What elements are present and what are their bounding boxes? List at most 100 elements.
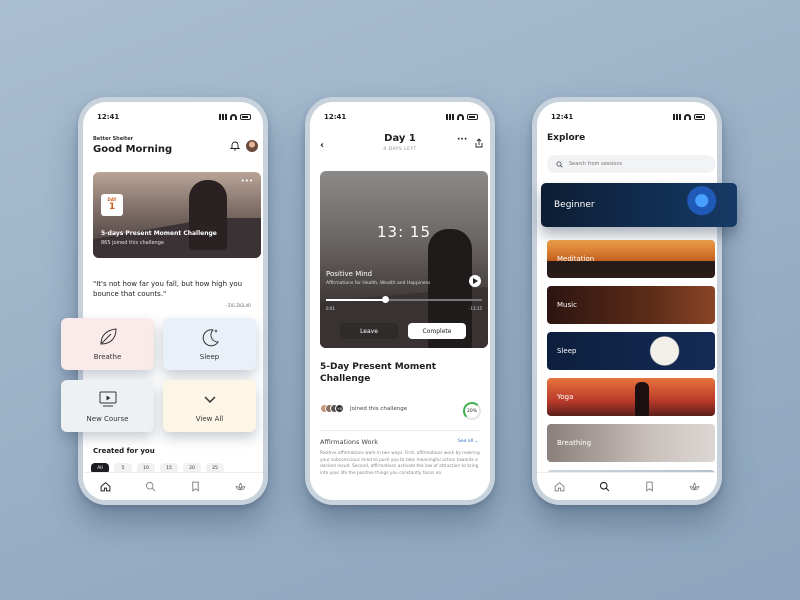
explore-screen: 12:41 Explore Meditation Music Sleep Yog… xyxy=(537,102,717,500)
status-bar: 12:41 xyxy=(551,112,705,122)
timer-display: 13: 15 xyxy=(377,223,431,241)
play-button[interactable] xyxy=(469,275,481,287)
home-icon xyxy=(554,481,565,492)
moon-icon xyxy=(202,329,219,347)
quote-author: - ZIG ZIGLAR xyxy=(225,303,251,308)
progress-fill xyxy=(326,299,384,301)
tab-saved[interactable] xyxy=(189,480,203,494)
tab-home[interactable] xyxy=(553,480,567,494)
battery-icon xyxy=(467,114,478,120)
tab-bar xyxy=(83,472,263,500)
status-time: 12:41 xyxy=(324,113,347,121)
sleep-label: Sleep xyxy=(199,353,220,361)
yoga-silhouette xyxy=(635,382,649,416)
category-breathing[interactable]: Breathing xyxy=(547,424,715,462)
search-icon xyxy=(556,161,563,168)
chevron-down-icon xyxy=(203,396,216,404)
category-beginner[interactable]: Beginner xyxy=(541,183,737,227)
wifi-icon xyxy=(230,114,237,120)
share-icon[interactable] xyxy=(474,138,484,148)
lotus-icon xyxy=(689,482,700,491)
search-icon xyxy=(599,481,610,492)
progress-ring: 20% xyxy=(463,402,481,420)
tab-profile[interactable] xyxy=(234,480,248,494)
lotus-icon xyxy=(235,482,246,491)
tab-home[interactable] xyxy=(99,480,113,494)
quote-text: "It's not how far you fall, but how high… xyxy=(93,280,243,298)
bell-icon[interactable] xyxy=(230,141,240,151)
battery-icon xyxy=(240,114,251,120)
track-subtitle: Affirmations for Health, Wealth and Happ… xyxy=(326,281,431,286)
search-input[interactable] xyxy=(569,161,699,167)
more-icon[interactable]: ··· xyxy=(457,135,467,145)
signal-icon xyxy=(673,114,681,120)
progress-track[interactable] xyxy=(326,299,482,301)
detail-screen: 12:41 ‹ Day 1 4 DAYS LEFT ··· 13: 15 Pos… xyxy=(310,102,490,500)
challenge-heading: 5-Day Present Moment Challenge xyxy=(320,362,437,384)
leave-button[interactable]: Leave xyxy=(340,323,398,339)
signal-icon xyxy=(219,114,227,120)
calendar-icon: DAY 1 xyxy=(101,194,123,216)
new-course-card[interactable]: New Course xyxy=(61,380,154,432)
progress-knob[interactable] xyxy=(382,296,389,303)
tab-saved[interactable] xyxy=(643,480,657,494)
phone-explore: 12:41 Explore Meditation Music Sleep Yog… xyxy=(532,97,722,505)
status-bar: 12:41 xyxy=(324,112,478,122)
battery-icon xyxy=(694,114,705,120)
avatar-more: +8 xyxy=(335,404,344,413)
page-title: Explore xyxy=(547,133,586,143)
section-title: Affirmations Work xyxy=(320,438,378,446)
challenge-card[interactable]: ••• DAY 1 5-days Present Moment Challenge… xyxy=(93,172,261,258)
tab-search[interactable] xyxy=(144,480,158,494)
phone-home: 12:41 Better Shelter Good Morning ••• DA… xyxy=(78,97,268,505)
wifi-icon xyxy=(684,114,691,120)
avatar[interactable] xyxy=(246,140,258,152)
joined-label: Joined this challenge xyxy=(350,405,408,412)
view-all-card[interactable]: View All xyxy=(163,380,256,432)
bookmark-icon xyxy=(192,481,199,492)
sleep-card[interactable]: Sleep xyxy=(163,318,256,370)
complete-button[interactable]: Complete xyxy=(408,323,466,339)
new-course-label: New Course xyxy=(86,415,129,423)
divider xyxy=(320,430,480,431)
see-all-link[interactable]: See all ⌄ xyxy=(458,439,478,444)
leaf-icon xyxy=(99,328,117,345)
video-course-icon xyxy=(99,391,116,407)
mountain-image xyxy=(93,218,261,258)
bookmark-icon xyxy=(646,481,653,492)
category-music[interactable]: Music xyxy=(547,286,715,324)
tab-bar xyxy=(537,472,717,500)
wifi-icon xyxy=(457,114,464,120)
days-left: 4 DAYS LEFT xyxy=(383,147,417,152)
person-silhouette xyxy=(189,180,227,250)
category-yoga[interactable]: Yoga xyxy=(547,378,715,416)
challenge-joined: 865 joined this challenge xyxy=(101,240,164,246)
signal-icon xyxy=(446,114,454,120)
time-remaining: -13:15 xyxy=(469,306,482,311)
greeting-title: Good Morning xyxy=(93,144,173,155)
joined-row: +8 Joined this challenge xyxy=(320,404,407,413)
phone-detail: 12:41 ‹ Day 1 4 DAYS LEFT ··· 13: 15 Pos… xyxy=(305,97,495,505)
status-time: 12:41 xyxy=(97,113,120,121)
more-icon[interactable]: ••• xyxy=(241,178,253,185)
tab-profile[interactable] xyxy=(688,480,702,494)
search-bar[interactable] xyxy=(547,155,715,173)
status-bar: 12:41 xyxy=(97,112,251,122)
search-icon xyxy=(145,481,156,492)
track-title: Positive Mind xyxy=(326,270,373,278)
challenge-title: 5-days Present Moment Challenge xyxy=(101,230,217,237)
tab-search[interactable] xyxy=(598,480,612,494)
time-elapsed: 0:01 xyxy=(326,306,335,311)
created-for-you-heading: Created for you xyxy=(93,447,155,455)
category-meditation[interactable]: Meditation xyxy=(547,240,715,278)
category-sleep[interactable]: Sleep xyxy=(547,332,715,370)
breathe-label: Breathe xyxy=(93,353,122,361)
app-subtitle: Better Shelter xyxy=(93,136,134,142)
chevron-down-icon: ⌄ xyxy=(474,439,479,444)
audio-player: 13: 15 Positive Mind Affirmations for He… xyxy=(320,171,488,348)
status-time: 12:41 xyxy=(551,113,574,121)
breathe-card[interactable]: Breathe xyxy=(61,318,154,370)
section-paragraph: Positive affirmations work in two ways. … xyxy=(320,451,480,476)
home-screen: 12:41 Better Shelter Good Morning ••• DA… xyxy=(83,102,263,500)
home-icon xyxy=(100,481,111,492)
